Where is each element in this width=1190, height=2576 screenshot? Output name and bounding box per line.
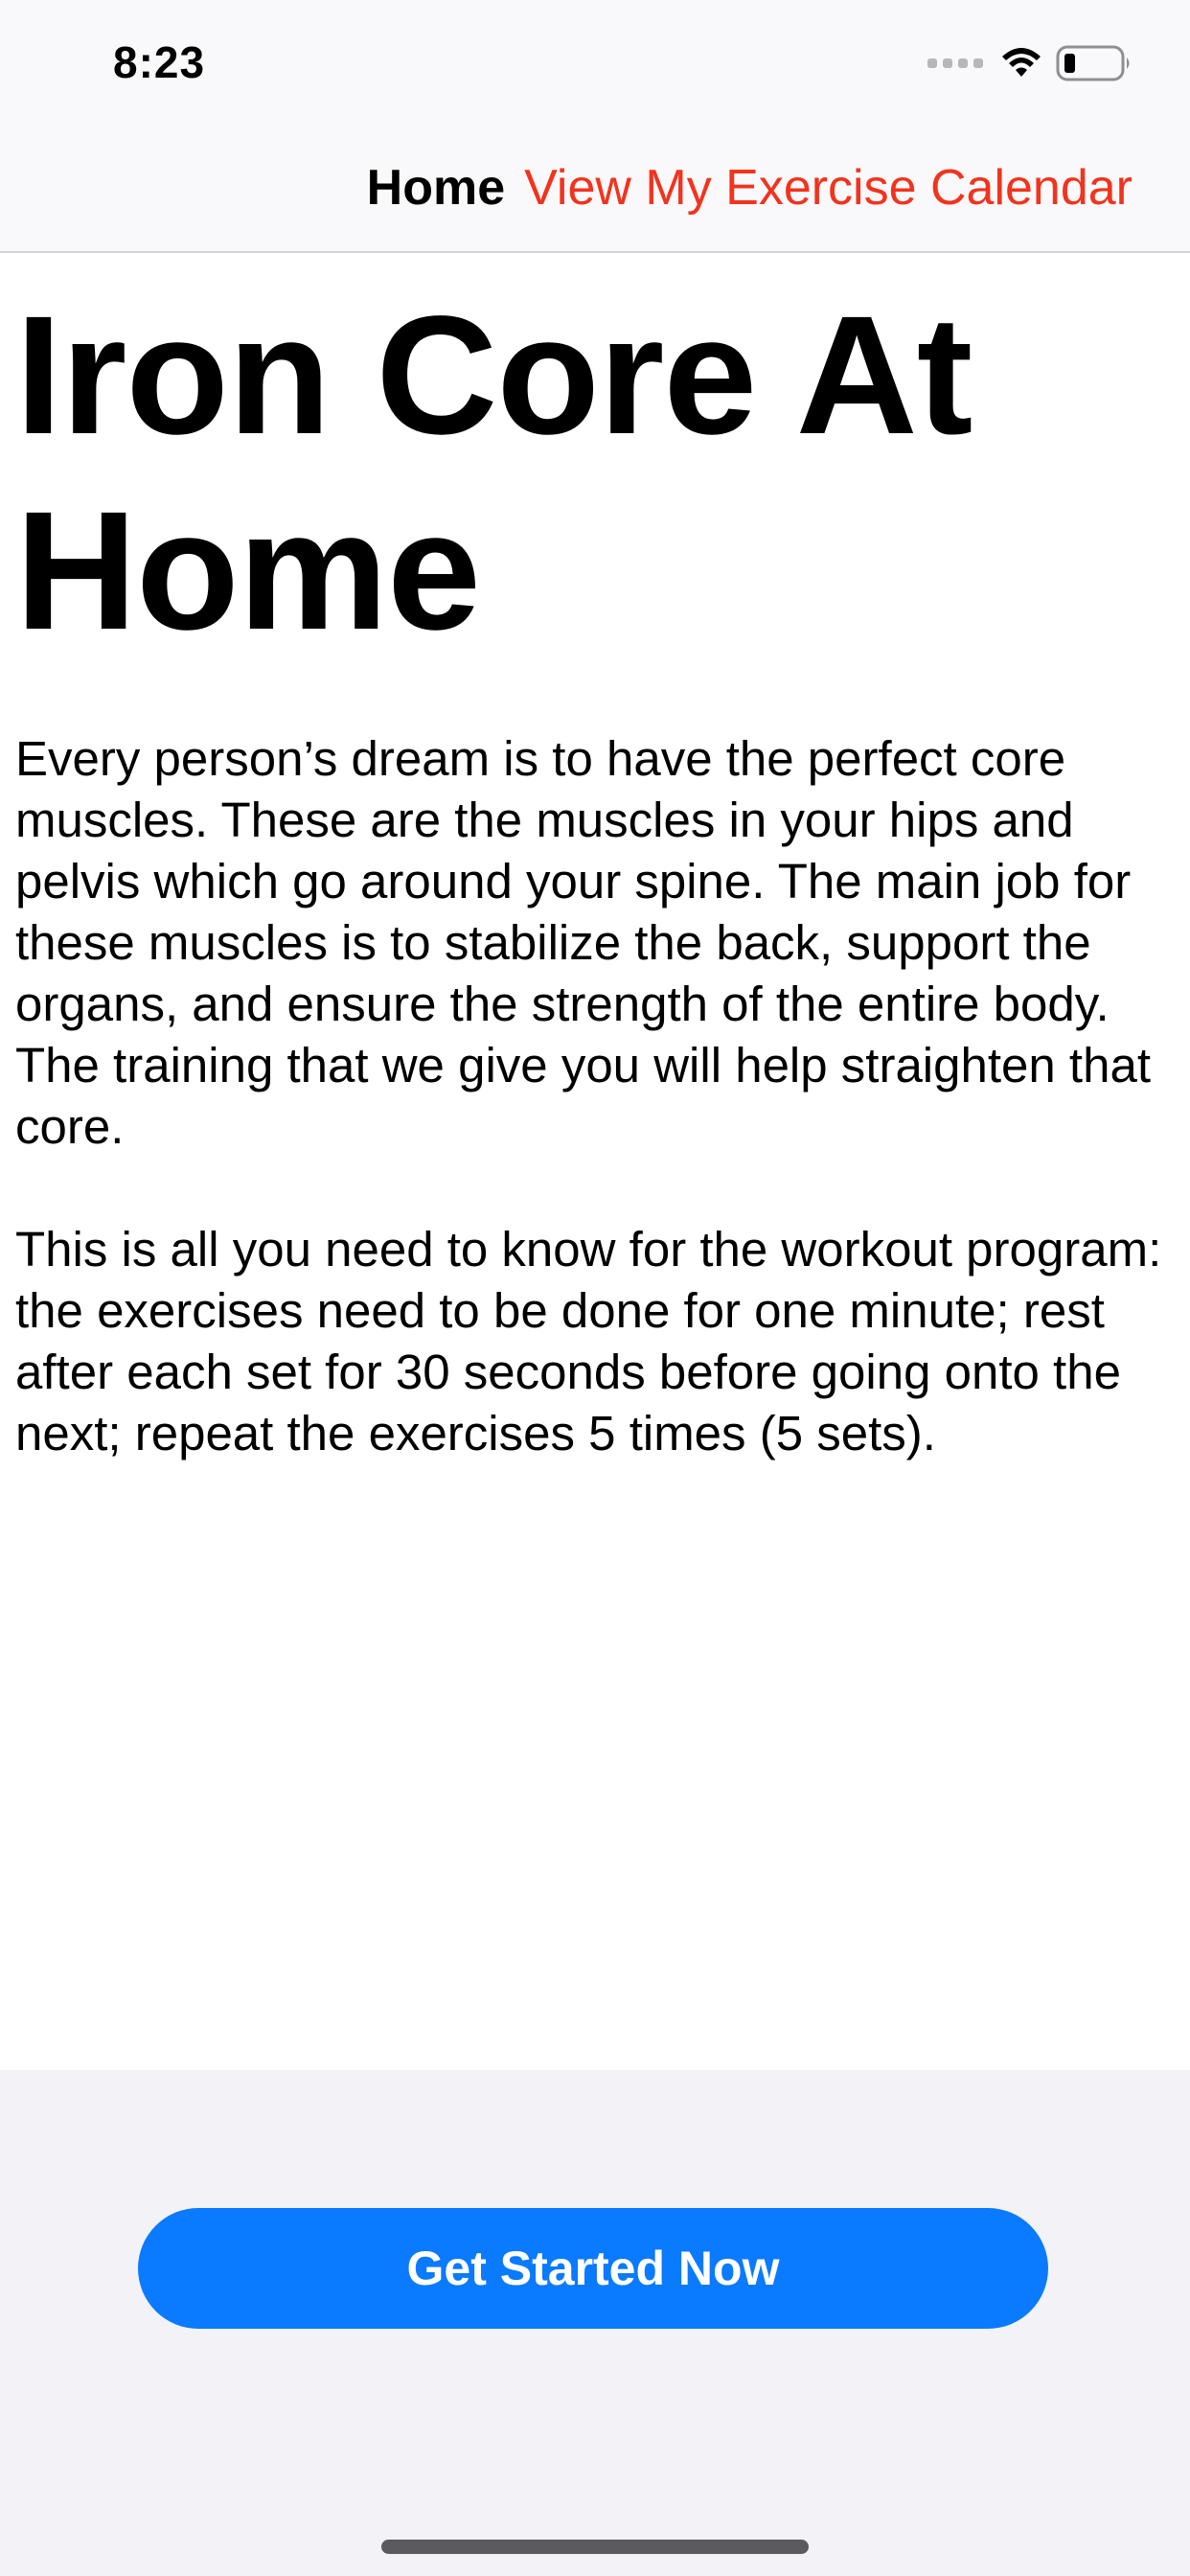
top-nav: Home View My Exercise Calendar [367, 159, 1133, 217]
status-time: 8:23 [113, 37, 206, 87]
status-icons [927, 40, 1133, 86]
page-title: Iron Core At Home [15, 282, 973, 665]
program-paragraph: This is all you need to know for the wor… [15, 1222, 1162, 1460]
intro-paragraph: Every person’s dream is to have the perf… [15, 731, 1152, 1154]
nav-exercise-calendar-link[interactable]: View My Exercise Calendar [524, 159, 1133, 217]
signal-dots-icon [927, 58, 983, 68]
get-started-button[interactable]: Get Started Now [138, 2208, 1048, 2329]
top-bar: 8:23 Home View My Exercise Calendar [0, 0, 1190, 253]
bottom-panel: Get Started Now [0, 2070, 1190, 2576]
wifi-icon [1002, 48, 1041, 77]
main-content: Iron Core At Home Every person’s dream i… [15, 278, 1175, 1464]
nav-home-link[interactable]: Home [367, 159, 505, 217]
home-indicator[interactable] [381, 2540, 809, 2554]
battery-icon [1056, 45, 1130, 81]
